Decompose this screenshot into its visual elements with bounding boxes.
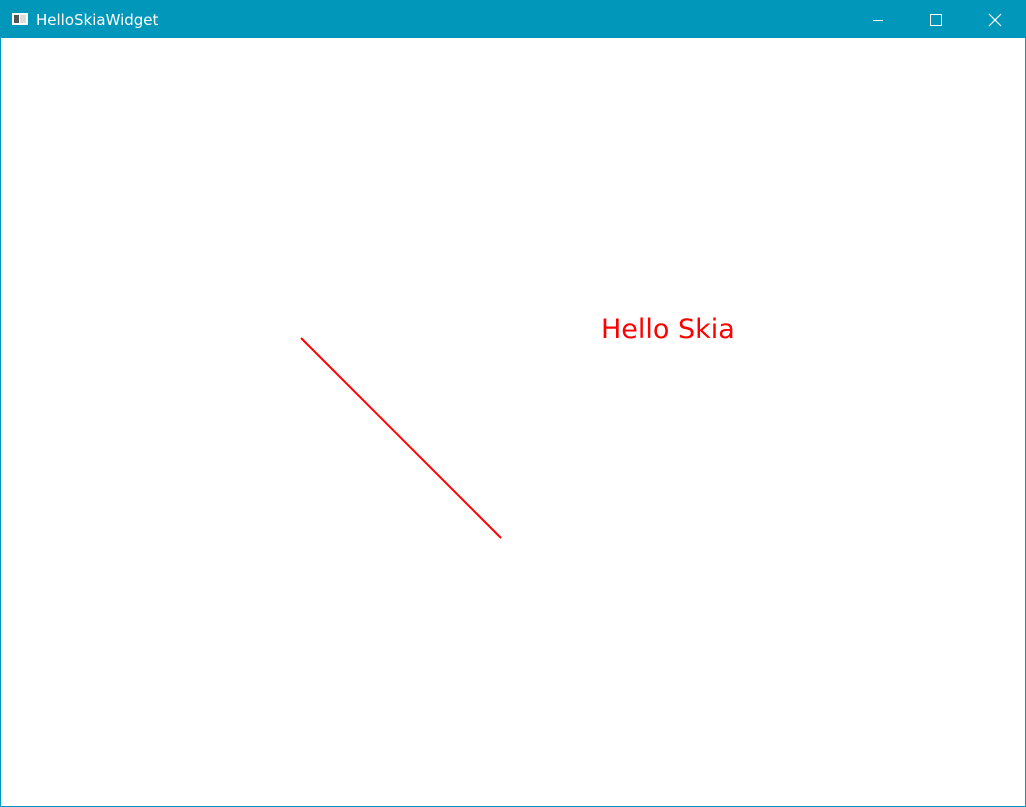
close-icon [988,13,1002,26]
close-button[interactable] [965,1,1025,38]
client-area: Hello Skia [1,38,1025,806]
app-window: HelloSkiaWidget Hello Skia [0,0,1026,807]
hello-skia-text: Hello Skia [601,314,735,345]
maximize-button[interactable] [907,1,965,38]
minimize-icon [873,19,883,21]
title-bar[interactable]: HelloSkiaWidget [1,1,1025,38]
maximize-icon [930,13,942,26]
skia-canvas: Hello Skia [300,314,735,539]
drawn-line [300,337,502,539]
app-window-icon [12,13,28,25]
window-title: HelloSkiaWidget [36,11,159,29]
minimize-button[interactable] [849,1,907,38]
